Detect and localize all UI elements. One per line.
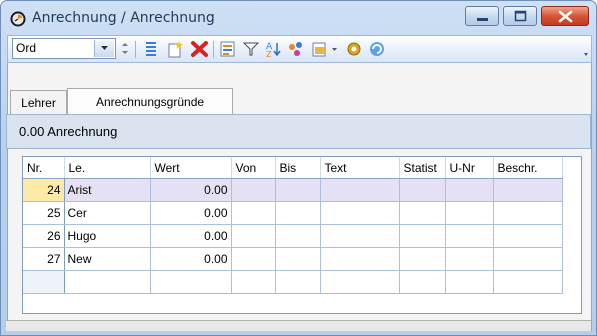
report-icon[interactable] <box>218 39 238 59</box>
minimize-button[interactable] <box>465 6 499 26</box>
cell-statist[interactable] <box>399 270 446 294</box>
column-header-text[interactable]: Text <box>320 157 400 179</box>
cell-le[interactable]: New <box>64 247 151 271</box>
cell-bis[interactable] <box>275 270 321 294</box>
settings-icon[interactable] <box>344 39 364 59</box>
combo-value: Ord <box>16 41 37 55</box>
column-header-von[interactable]: Von <box>231 157 276 179</box>
list-icon[interactable] <box>141 39 161 59</box>
app-clock-icon <box>10 11 26 27</box>
cell-le[interactable]: Hugo <box>64 224 151 248</box>
cell-u-nr[interactable] <box>445 270 494 294</box>
cell-text[interactable] <box>320 224 400 248</box>
cell-von[interactable] <box>231 247 276 271</box>
cell-nr[interactable] <box>23 270 65 294</box>
cell-bis[interactable] <box>275 178 321 202</box>
dropdown-arrow-icon[interactable] <box>94 40 114 57</box>
cell-le[interactable]: Cer <box>64 201 151 225</box>
delete-icon[interactable] <box>189 39 209 59</box>
toolbar-overflow-icon[interactable] <box>583 39 589 59</box>
table-row[interactable]: 26 Hugo 0.00 <box>23 224 563 248</box>
cell-u-nr[interactable] <box>445 178 494 202</box>
toolbar-separator <box>213 41 214 58</box>
class-combo[interactable]: Ord <box>12 38 116 59</box>
cell-u-nr[interactable] <box>445 247 494 271</box>
tab-lehrer[interactable]: Lehrer <box>10 90 67 114</box>
data-grid[interactable]: Nr. Le. Wert Von Bis Text Statist U-Nr B… <box>22 156 582 314</box>
cell-beschr[interactable] <box>493 247 563 271</box>
print-icon[interactable] <box>310 39 330 59</box>
cell-von[interactable] <box>231 201 276 225</box>
cell-beschr[interactable] <box>493 224 563 248</box>
cell-text[interactable] <box>320 247 400 271</box>
maximize-button[interactable] <box>503 6 537 26</box>
filter-icon[interactable] <box>241 39 261 59</box>
refresh-icon[interactable] <box>367 39 387 59</box>
table-row[interactable]: 27 New 0.00 <box>23 247 563 271</box>
column-header-wert[interactable]: Wert <box>150 157 232 179</box>
cell-von[interactable] <box>231 224 276 248</box>
cell-wert[interactable]: 0.00 <box>150 178 232 202</box>
sort-icon[interactable]: AZ <box>263 39 283 59</box>
cell-beschr[interactable] <box>493 270 563 294</box>
status-strip <box>6 320 591 331</box>
cell-nr[interactable]: 24 <box>23 178 65 202</box>
table-row[interactable]: 24 Arist 0.00 <box>23 178 563 202</box>
title-bar[interactable]: Anrechnung / Anrechnung <box>1 1 596 35</box>
cell-nr[interactable]: 25 <box>23 201 65 225</box>
cell-beschr[interactable] <box>493 201 563 225</box>
close-button[interactable] <box>541 6 589 26</box>
cell-bis[interactable] <box>275 224 321 248</box>
svg-text:Z: Z <box>266 50 272 59</box>
cell-von[interactable] <box>231 178 276 202</box>
cell-beschr[interactable] <box>493 178 563 202</box>
summary-panel: 0.00 Anrechnung <box>6 114 591 149</box>
column-header-statist[interactable]: Statist <box>399 157 446 179</box>
table-row[interactable]: 25 Cer 0.00 <box>23 201 563 225</box>
column-header-le[interactable]: Le. <box>64 157 151 179</box>
cell-text[interactable] <box>320 201 400 225</box>
cell-bis[interactable] <box>275 247 321 271</box>
cell-wert[interactable] <box>150 270 232 294</box>
cell-statist[interactable] <box>399 224 446 248</box>
tab-strip: Lehrer Anrechnungsgründe <box>6 88 591 115</box>
cell-statist[interactable] <box>399 201 446 225</box>
column-header-bis[interactable]: Bis <box>275 157 321 179</box>
cell-statist[interactable] <box>399 247 446 271</box>
cell-wert[interactable]: 0.00 <box>150 201 232 225</box>
new-record-icon[interactable] <box>165 39 185 59</box>
cell-bis[interactable] <box>275 201 321 225</box>
cell-statist[interactable] <box>399 178 446 202</box>
cell-le[interactable] <box>64 270 151 294</box>
window-title: Anrechnung / Anrechnung <box>32 10 215 26</box>
cell-von[interactable] <box>231 270 276 294</box>
new-row[interactable] <box>23 270 563 294</box>
cell-text[interactable] <box>320 178 400 202</box>
column-header-u-nr[interactable]: U-Nr <box>445 157 494 179</box>
cell-text[interactable] <box>320 270 400 294</box>
cell-nr[interactable]: 27 <box>23 247 65 271</box>
cell-u-nr[interactable] <box>445 224 494 248</box>
tab-anrechnungsgruende[interactable]: Anrechnungsgründe <box>67 88 233 115</box>
cell-le[interactable]: Arist <box>64 178 151 202</box>
toolbar-separator <box>135 41 136 58</box>
cell-wert[interactable]: 0.00 <box>150 224 232 248</box>
spin-icon[interactable] <box>119 39 139 59</box>
summary-label: 0.00 Anrechnung <box>19 124 118 139</box>
cell-u-nr[interactable] <box>445 201 494 225</box>
column-header-beschr[interactable]: Beschr. <box>493 157 563 179</box>
cell-nr[interactable]: 26 <box>23 224 65 248</box>
link-icon[interactable] <box>286 39 306 59</box>
cell-wert[interactable]: 0.00 <box>150 247 232 271</box>
toolbar: Ord AZ <box>7 35 592 63</box>
column-header-nr[interactable]: Nr. <box>23 157 65 179</box>
table-header-row: Nr. Le. Wert Von Bis Text Statist U-Nr B… <box>23 157 563 179</box>
